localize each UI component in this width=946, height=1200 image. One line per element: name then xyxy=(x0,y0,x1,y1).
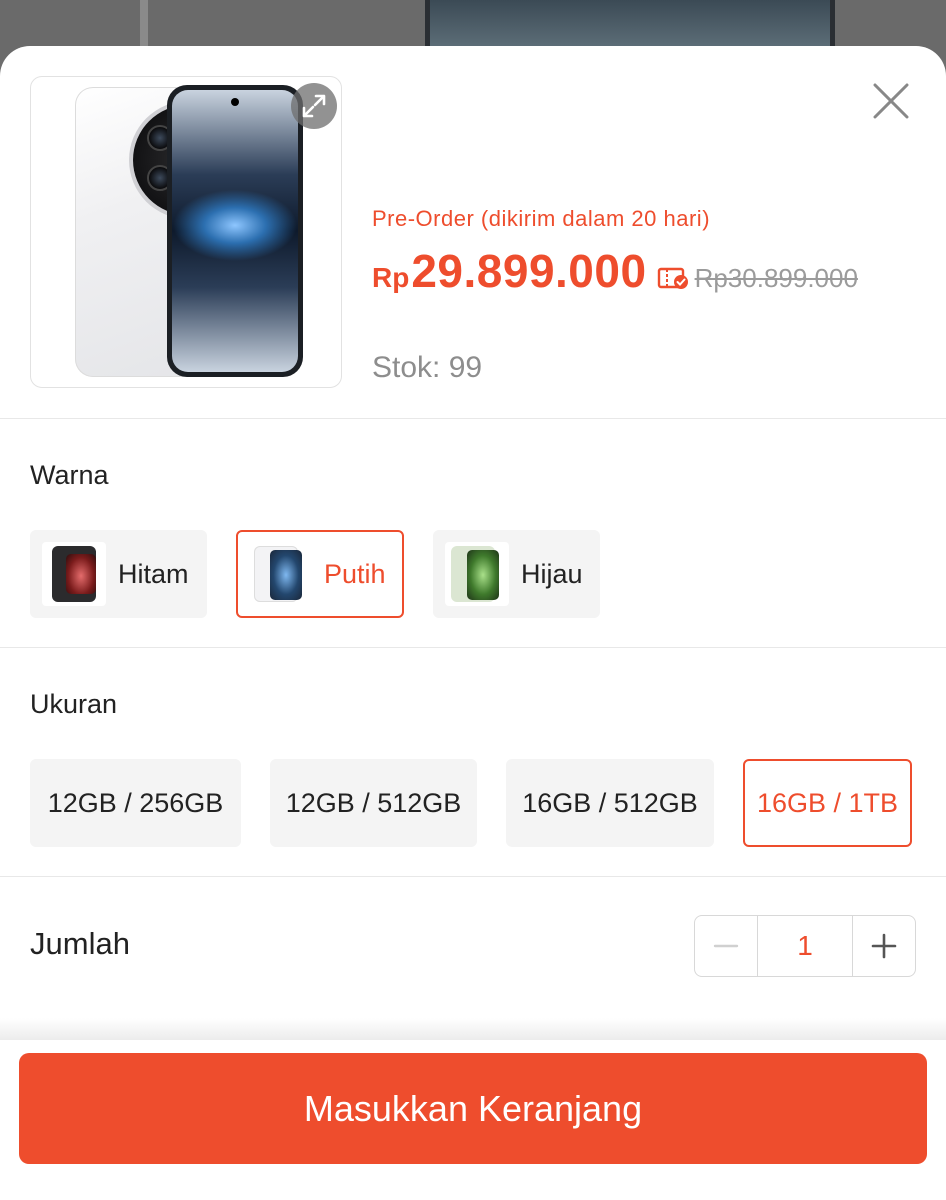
color-option-label: Hitam xyxy=(118,558,189,589)
color-option-putih[interactable]: Putih xyxy=(236,530,404,618)
product-image[interactable] xyxy=(30,76,342,388)
voucher-check-icon xyxy=(657,265,691,296)
current-price: 29.899.000 xyxy=(411,245,647,297)
expand-icon xyxy=(302,94,326,118)
price-row: Rp 29.899.000 Rp30.899.000 xyxy=(372,244,858,304)
close-icon xyxy=(873,83,909,119)
variant-bottom-sheet: Pre-Order (dikirim dalam 20 hari) Rp 29.… xyxy=(0,46,946,1200)
divider xyxy=(0,418,946,419)
front-camera xyxy=(231,98,239,106)
decrease-quantity-button[interactable] xyxy=(695,916,757,976)
color-option-label: Putih xyxy=(324,558,386,589)
size-option-16gb-512gb[interactable]: 16GB / 512GB xyxy=(506,759,714,847)
quantity-stepper: 1 xyxy=(694,915,916,977)
preorder-notice: Pre-Order (dikirim dalam 20 hari) xyxy=(372,206,711,231)
divider xyxy=(0,647,946,648)
color-option-hijau[interactable]: Hijau xyxy=(433,530,600,618)
currency-symbol: Rp xyxy=(372,262,410,293)
footer-shadow xyxy=(0,1018,946,1040)
size-option-16gb-1tb[interactable]: 16GB / 1TB xyxy=(743,759,912,847)
quantity-input[interactable]: 1 xyxy=(757,916,853,976)
background-product-image xyxy=(425,0,835,48)
quantity-label: Jumlah xyxy=(30,926,130,961)
background-decor xyxy=(140,0,148,48)
phone-front-image xyxy=(167,85,303,377)
add-to-cart-button[interactable]: Masukkan Keranjang xyxy=(19,1053,927,1164)
close-button[interactable] xyxy=(868,78,914,124)
expand-image-button[interactable] xyxy=(291,83,337,129)
size-option-12gb-512gb[interactable]: 12GB / 512GB xyxy=(270,759,477,847)
variant-thumbnail xyxy=(445,542,509,606)
stock-count: Stok: 99 xyxy=(372,351,483,384)
size-option-12gb-256gb[interactable]: 12GB / 256GB xyxy=(30,759,241,847)
minus-icon xyxy=(713,944,739,948)
variant-thumbnail xyxy=(248,542,312,606)
color-option-label: Hijau xyxy=(521,558,583,589)
divider xyxy=(0,876,946,877)
color-option-hitam[interactable]: Hitam xyxy=(30,530,207,618)
size-section-label: Ukuran xyxy=(30,689,118,719)
footer-bar: Masukkan Keranjang xyxy=(0,1040,946,1200)
original-price: Rp30.899.000 xyxy=(694,263,858,293)
color-section-label: Warna xyxy=(30,460,109,490)
plus-icon xyxy=(871,933,897,959)
increase-quantity-button[interactable] xyxy=(853,916,915,976)
phone-screen xyxy=(172,90,298,372)
variant-thumbnail xyxy=(42,542,106,606)
